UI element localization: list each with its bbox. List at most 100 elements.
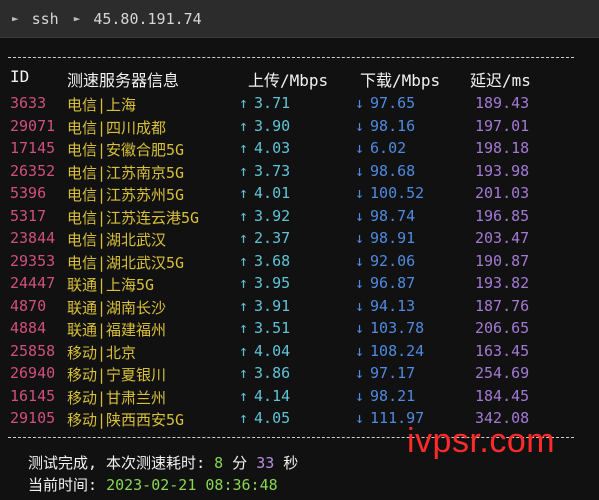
- row-server: 联通|上海5G: [67, 276, 155, 294]
- row-upload-value: 4.03: [254, 139, 291, 157]
- header-server: 测速服务器信息: [67, 71, 180, 90]
- host-address[interactable]: 45.80.191.74: [93, 10, 201, 28]
- table-row: 24447 联通|上海5G ↑ 3.95 ↓ 96.87 193.82: [0, 274, 599, 296]
- up-arrow-icon: ↑: [239, 139, 249, 157]
- table-row: 26352 电信|江苏南京5G ↑ 3.73 ↓ 98.68 193.98: [0, 162, 599, 184]
- row-upload-value: 3.73: [254, 161, 291, 180]
- row-server: 移动|宁夏银川: [67, 366, 167, 384]
- down-arrow-icon: ↓: [355, 319, 365, 337]
- up-arrow-icon: ↑: [239, 161, 249, 180]
- up-arrow-icon: ↑: [239, 409, 249, 427]
- row-download-value: 98.74: [370, 206, 416, 225]
- play-arrow-icon: ►: [73, 12, 81, 25]
- row-server: 联通|福建福州: [67, 321, 167, 339]
- up-arrow-icon: ↑: [239, 206, 249, 225]
- row-download: ↓ 103.78: [355, 319, 424, 337]
- row-server: 电信|四川成都: [67, 118, 167, 137]
- row-download: ↓ 98.21: [355, 387, 415, 405]
- up-arrow-icon: ↑: [239, 229, 249, 247]
- row-download-value: 100.52: [370, 184, 425, 202]
- row-upload: ↑ 3.71: [239, 94, 290, 112]
- down-arrow-icon: ↓: [355, 409, 365, 427]
- row-latency: 197.01: [475, 116, 530, 135]
- row-upload-value: 3.95: [254, 274, 291, 292]
- row-upload: ↑ 4.03: [239, 139, 290, 157]
- row-upload: ↑ 3.92: [239, 207, 290, 225]
- down-arrow-icon: ↓: [355, 139, 365, 157]
- up-arrow-icon: ↑: [239, 116, 249, 135]
- up-arrow-icon: ↑: [239, 251, 249, 270]
- current-time-line: 当前时间: 2023-02-21 08:36:48: [28, 474, 278, 495]
- row-latency: 184.45: [475, 386, 530, 405]
- completion-line: 测试完成, 本次测速耗时: 8 分 33 秒: [28, 452, 298, 473]
- row-upload-value: 4.01: [254, 184, 291, 202]
- row-upload: ↑ 3.73: [239, 162, 290, 180]
- row-upload-value: 3.90: [254, 116, 291, 135]
- row-id: 26352: [10, 161, 56, 180]
- table-row: 4870 联通|湖南长沙 ↑ 3.91 ↓ 94.13 187.76: [0, 297, 599, 319]
- row-upload-value: 2.37: [254, 229, 291, 247]
- row-download-value: 92.06: [370, 251, 416, 270]
- up-arrow-icon: ↑: [239, 386, 249, 405]
- session-type[interactable]: ssh: [32, 10, 59, 28]
- row-download: ↓ 98.74: [355, 207, 415, 225]
- seconds-unit: 秒: [274, 454, 299, 472]
- completion-text: 测试完成, 本次测速耗时:: [28, 454, 215, 472]
- table-row: 5396 电信|江苏苏州5G ↑ 4.01 ↓ 100.52 201.03: [0, 184, 599, 206]
- row-latency: 187.76: [475, 296, 530, 315]
- row-id: 29071: [10, 116, 56, 135]
- down-arrow-icon: ↓: [355, 274, 365, 292]
- row-download: ↓ 96.87: [355, 274, 415, 292]
- up-arrow-icon: ↑: [239, 184, 249, 202]
- table-row: 16145 移动|甘肃兰州 ↑ 4.14 ↓ 98.21 184.45: [0, 387, 599, 409]
- terminal-tab-bar: ► ssh ► 45.80.191.74: [0, 0, 599, 38]
- row-id: 24447: [10, 274, 56, 292]
- row-id: 3633: [10, 94, 47, 112]
- row-server: 电信|湖北武汉5G: [67, 253, 185, 272]
- row-download-value: 97.17: [370, 364, 416, 382]
- up-arrow-icon: ↑: [239, 364, 249, 382]
- row-download: ↓ 108.24: [355, 342, 424, 360]
- row-id: 4884: [10, 319, 47, 337]
- row-upload-value: 3.51: [254, 319, 291, 337]
- row-download-value: 96.87: [370, 274, 416, 292]
- row-upload: ↑ 4.05: [239, 409, 290, 427]
- row-server: 移动|甘肃兰州: [67, 388, 167, 407]
- down-arrow-icon: ↓: [355, 94, 365, 112]
- row-download: ↓ 98.91: [355, 229, 415, 247]
- up-arrow-icon: ↑: [239, 274, 249, 292]
- row-upload-value: 3.91: [254, 296, 291, 315]
- table-row: 17145 电信|安徽合肥5G ↑ 4.03 ↓ 6.02 198.18: [0, 139, 599, 161]
- header-id: ID: [10, 67, 30, 86]
- down-arrow-icon: ↓: [355, 341, 365, 360]
- row-download-value: 98.16: [370, 116, 416, 135]
- row-server: 移动|陕西西安5G: [67, 411, 185, 429]
- row-upload: ↑ 3.86: [239, 364, 290, 382]
- row-download-value: 98.91: [370, 229, 416, 247]
- row-id: 29105: [10, 409, 56, 427]
- row-latency: 203.47: [475, 229, 530, 247]
- row-upload-value: 4.14: [254, 386, 291, 405]
- row-upload-value: 3.71: [254, 94, 291, 112]
- header-upload: 上传/Mbps: [248, 71, 329, 90]
- row-upload-value: 4.05: [254, 409, 291, 427]
- row-server: 电信|江苏苏州5G: [67, 186, 185, 204]
- row-id: 26940: [10, 364, 56, 382]
- elapsed-seconds: 33: [256, 454, 275, 472]
- current-time-label: 当前时间:: [28, 476, 107, 494]
- up-arrow-icon: ↑: [239, 94, 249, 112]
- row-download: ↓ 6.02: [355, 139, 406, 157]
- table-row: 4884 联通|福建福州 ↑ 3.51 ↓ 103.78 206.65: [0, 319, 599, 341]
- row-server: 移动|北京: [67, 343, 137, 362]
- row-latency: 196.85: [475, 206, 530, 225]
- row-server: 电信|江苏南京5G: [67, 163, 185, 182]
- row-upload: ↑ 3.95: [239, 274, 290, 292]
- row-server: 联通|湖南长沙: [67, 298, 167, 317]
- row-latency: 163.45: [475, 341, 530, 360]
- row-latency: 189.43: [475, 94, 530, 112]
- up-arrow-icon: ↑: [239, 296, 249, 315]
- down-arrow-icon: ↓: [355, 116, 365, 135]
- down-arrow-icon: ↓: [355, 184, 365, 202]
- row-id: 25858: [10, 341, 56, 360]
- site-watermark: ivpsr.com: [407, 422, 556, 460]
